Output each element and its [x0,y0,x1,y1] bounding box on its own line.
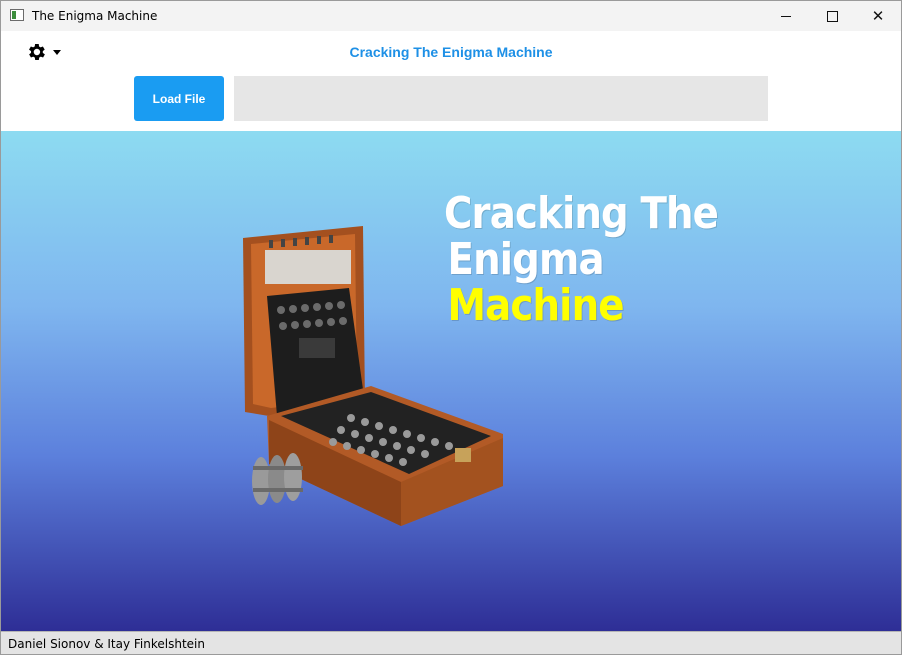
close-button[interactable]: ✕ [855,1,901,31]
page-title: Cracking The Enigma Machine [349,44,553,60]
load-file-button[interactable]: Load File [134,76,224,121]
hero-title-line-1: Cracking The [444,188,719,239]
hero-banner: Cracking The Enigma Machine [1,131,901,631]
status-bar: Daniel Sionov & Itay Finkelshtein [1,631,901,654]
hero-title: Cracking The Enigma Machine [444,188,719,331]
minimize-icon [781,15,791,17]
hero-title-line-2: Enigma [447,234,605,285]
app-window: The Enigma Machine ✕ Cracking The Enigma… [0,0,902,655]
status-text: Daniel Sionov & Itay Finkelshtein [8,637,205,651]
window-title: The Enigma Machine [32,9,158,23]
header: Cracking The Enigma Machine Load File [1,31,901,131]
file-path-field[interactable] [234,76,768,121]
app-icon [10,9,24,21]
hero-title-line-3: Machine [447,280,625,331]
maximize-button[interactable] [809,1,855,31]
maximize-icon [826,10,838,22]
title-bar[interactable]: The Enigma Machine ✕ [1,1,901,31]
close-icon: ✕ [871,6,885,25]
minimize-button[interactable] [763,1,809,31]
